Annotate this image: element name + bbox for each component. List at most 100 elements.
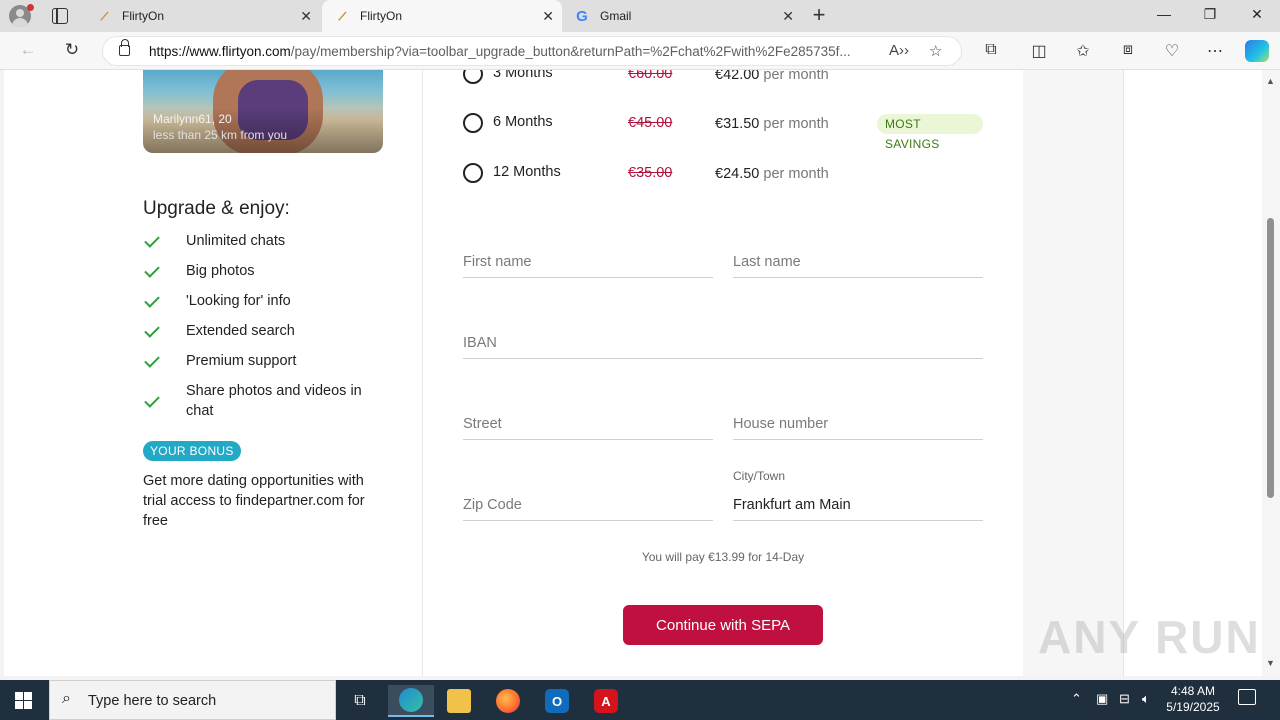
network-icon[interactable]: ⊟: [1119, 691, 1130, 707]
page-scrollbar[interactable]: ▲ ▼: [1262, 70, 1280, 676]
taskbar-search-box[interactable]: ⌕ Type here to search: [49, 680, 336, 720]
notification-center-icon[interactable]: [1238, 689, 1256, 705]
flirtyon-favicon-icon: /: [337, 7, 347, 25]
city-input[interactable]: [733, 491, 983, 519]
refresh-icon[interactable]: ↻: [61, 40, 83, 60]
first-name-field[interactable]: [463, 248, 713, 278]
browser-essentials-icon[interactable]: ♡: [1161, 41, 1183, 61]
tray-chevron-icon[interactable]: ⌃: [1071, 691, 1082, 707]
tab-close-icon[interactable]: ✕: [542, 8, 554, 25]
benefit-item: Extended search: [143, 321, 386, 341]
tray-device-icon[interactable]: ▣: [1096, 691, 1108, 707]
restore-icon[interactable]: ❐: [1200, 6, 1220, 23]
url-text[interactable]: https://www.flirtyon.com/pay/membership?…: [149, 44, 879, 59]
tab-flirtyon-1[interactable]: / FlirtyOn ✕: [84, 0, 320, 32]
plan-option-12-months[interactable]: 12 Months €35.00 €24.50 per month: [463, 163, 983, 185]
back-arrow-icon[interactable]: ←: [17, 40, 39, 60]
plan-option-6-months[interactable]: 6 Months €45.00 €31.50 per month MOST SA…: [463, 113, 983, 151]
plan-old-price: €35.00: [628, 165, 673, 181]
minimize-icon[interactable]: —: [1154, 6, 1174, 22]
scroll-up-arrow-icon[interactable]: ▲: [1266, 76, 1275, 86]
plan-radio[interactable]: [463, 113, 483, 133]
plan-price: €31.50 per month: [715, 116, 829, 132]
plan-old-price: €45.00: [628, 115, 673, 131]
profile-notification-dot: [27, 4, 34, 11]
benefits-title: Upgrade & enjoy:: [143, 198, 290, 219]
window-close-icon[interactable]: ✕: [1247, 6, 1267, 23]
last-name-input[interactable]: [733, 248, 983, 276]
benefit-item: Big photos: [143, 261, 386, 281]
street-field[interactable]: [463, 410, 713, 440]
iban-input[interactable]: [463, 329, 983, 357]
collections-icon[interactable]: ⧈: [1117, 41, 1139, 59]
edge-taskbar-icon[interactable]: [388, 685, 434, 717]
first-name-input[interactable]: [463, 248, 713, 276]
firefox-icon[interactable]: [485, 685, 531, 717]
tab-close-icon[interactable]: ✕: [782, 8, 794, 25]
plan-radio[interactable]: [463, 163, 483, 183]
browser-toolbar: ← ↻ https://www.flirtyon.com/pay/members…: [0, 32, 1280, 70]
flirtyon-favicon-icon: /: [99, 7, 109, 25]
read-aloud-icon[interactable]: A››: [889, 42, 909, 59]
split-screen-icon[interactable]: ◫: [1028, 41, 1050, 61]
scroll-down-arrow-icon[interactable]: ▼: [1266, 658, 1275, 668]
iban-field[interactable]: [463, 329, 983, 359]
continue-with-sepa-button[interactable]: Continue with SEPA: [623, 605, 823, 645]
lock-icon[interactable]: [119, 39, 130, 56]
outlook-icon[interactable]: O: [534, 685, 580, 717]
city-field[interactable]: [733, 491, 983, 521]
browser-tab-bar: / FlirtyOn ✕ / FlirtyOn ✕ G Gmail ✕ + — …: [0, 0, 1280, 32]
profile-photo[interactable]: Marilynn61, 20 less than 25 km from you: [143, 70, 383, 153]
zip-code-input[interactable]: [463, 491, 713, 519]
city-caption: City/Town: [733, 469, 786, 483]
right-divider: [1123, 70, 1124, 676]
checkmark-icon: [146, 236, 164, 246]
acrobat-icon[interactable]: A: [583, 685, 629, 717]
windows-taskbar: ⌕ Type here to search ⧉ O A ⌃ ▣ ⊟ 🔈︎ 4:4…: [0, 680, 1280, 720]
search-icon: ⌕: [62, 690, 71, 707]
tab-close-icon[interactable]: ✕: [300, 8, 312, 25]
favorites-icon[interactable]: ✩: [1072, 41, 1094, 61]
favorite-star-icon[interactable]: ☆: [929, 42, 942, 60]
volume-icon[interactable]: 🔈︎: [1142, 691, 1150, 707]
plan-label: 3 Months: [493, 70, 553, 81]
clock-time: 4:48 AM: [1170, 684, 1216, 698]
house-number-field[interactable]: [733, 410, 983, 440]
settings-more-icon[interactable]: ⋯: [1204, 41, 1226, 61]
new-tab-plus-icon[interactable]: +: [808, 2, 830, 28]
tab-title: Gmail: [600, 9, 632, 23]
extensions-icon[interactable]: ⧉: [980, 41, 1002, 59]
windows-start-icon[interactable]: [15, 692, 32, 709]
clock-date: 5/19/2025: [1166, 700, 1220, 714]
anyrun-watermark: ANY RUN: [1038, 611, 1261, 663]
benefit-item: Share photos and videos in chat: [143, 381, 386, 421]
tab-actions-icon[interactable]: [52, 8, 68, 24]
column-divider: [422, 70, 423, 676]
zip-code-field[interactable]: [463, 491, 713, 521]
plan-price: €42.00 per month: [715, 70, 829, 83]
bonus-badge: YOUR BONUS: [143, 441, 241, 461]
plan-price: €24.50 per month: [715, 166, 829, 182]
plan-radio[interactable]: [463, 70, 483, 84]
house-number-input[interactable]: [733, 410, 983, 438]
tab-flirtyon-2[interactable]: / FlirtyOn ✕: [322, 0, 562, 32]
taskbar-search-placeholder: Type here to search: [88, 693, 217, 709]
checkmark-icon: [146, 296, 164, 306]
taskbar-clock[interactable]: 4:48 AM 5/19/2025: [1160, 683, 1226, 715]
scroll-thumb[interactable]: [1267, 218, 1274, 498]
last-name-field[interactable]: [733, 248, 983, 278]
address-bar[interactable]: https://www.flirtyon.com/pay/membership?…: [102, 36, 962, 66]
benefit-item: Unlimited chats: [143, 231, 386, 251]
tab-title: FlirtyOn: [122, 9, 164, 23]
task-view-icon[interactable]: ⧉: [337, 685, 383, 717]
copilot-icon[interactable]: [1245, 40, 1269, 62]
most-savings-badge: MOST SAVINGS: [877, 114, 983, 151]
google-favicon-icon: G: [576, 7, 588, 25]
plan-option-3-months[interactable]: 3 Months €60.00 €42.00 per month: [463, 70, 983, 86]
checkmark-icon: [146, 356, 164, 366]
street-input[interactable]: [463, 410, 713, 438]
tab-gmail[interactable]: G Gmail ✕: [562, 0, 802, 32]
file-explorer-icon[interactable]: [436, 685, 482, 717]
bonus-text: Get more dating opportunities with trial…: [143, 473, 365, 529]
checkmark-icon: [146, 396, 164, 406]
